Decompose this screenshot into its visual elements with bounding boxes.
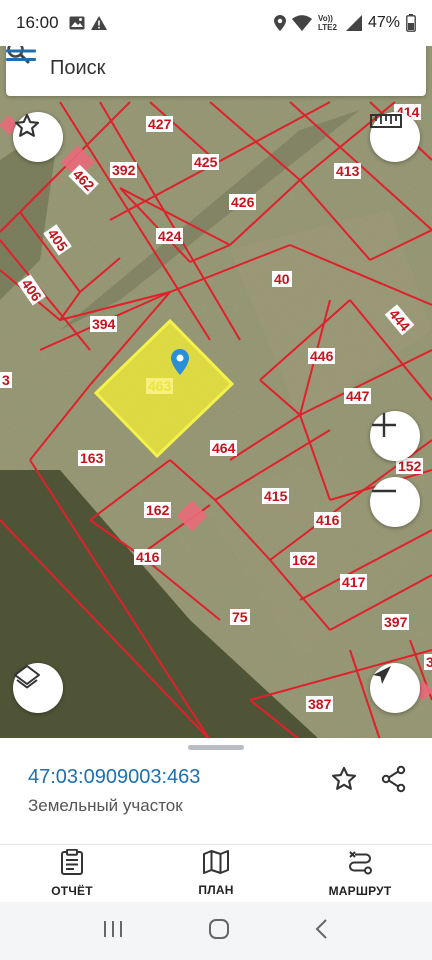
star-outline-icon: [330, 765, 358, 798]
nav-route-label: МАРШРУТ: [328, 884, 392, 898]
share-icon: [380, 765, 408, 798]
parcel-type-label: Земельный участок: [28, 796, 183, 815]
nav-plan[interactable]: ПЛАН: [144, 845, 288, 902]
image-icon: [69, 16, 85, 30]
route-icon: [347, 849, 373, 880]
my-location-button[interactable]: [370, 663, 420, 713]
nav-route[interactable]: МАРШРУТ: [288, 845, 432, 902]
zoom-out-button[interactable]: [370, 477, 420, 527]
parcel-label[interactable]: 462: [68, 164, 100, 196]
nav-report-label: ОТЧЁТ: [51, 884, 93, 898]
network-label: Vo)) LTE2: [317, 14, 337, 32]
favorites-button[interactable]: [13, 112, 63, 162]
parcel-label[interactable]: 425: [192, 154, 220, 170]
parcel-label[interactable]: 447: [344, 388, 372, 404]
parcel-label[interactable]: 416: [314, 512, 342, 528]
parcel-label[interactable]: 3: [424, 654, 432, 670]
system-navigation-bar: [0, 902, 432, 960]
bottom-navigation: ОТЧЁТ ПЛАН МАРШРУТ: [0, 844, 432, 902]
wifi-icon: [291, 15, 312, 31]
battery-percent: 47%: [367, 14, 400, 31]
app-screen: 16:00 Vo)) LTE2 47% 427 392 462 425 413 …: [0, 0, 432, 960]
battery-icon: [406, 14, 416, 32]
parcel-label[interactable]: 162: [144, 502, 172, 518]
parcel-label[interactable]: 427: [146, 116, 174, 132]
search-bar[interactable]: [6, 46, 426, 96]
parcel-label[interactable]: 426: [229, 194, 257, 210]
nav-plan-label: ПЛАН: [198, 883, 234, 897]
home-icon[interactable]: [208, 918, 230, 945]
layers-button[interactable]: [13, 663, 63, 713]
parcel-label[interactable]: 444: [384, 304, 415, 336]
signal-icon: [345, 15, 362, 31]
parcel-info-sheet[interactable]: [0, 738, 432, 844]
parcel-label[interactable]: 397: [382, 614, 410, 630]
zoom-in-button[interactable]: [370, 411, 420, 461]
map-view[interactable]: 427 392 462 425 413 414 405 424 426 406 …: [0, 46, 432, 740]
parcel-label[interactable]: 446: [308, 348, 336, 364]
parcel-label[interactable]: 416: [134, 549, 162, 565]
parcel-label[interactable]: 75: [230, 609, 250, 625]
favorite-button[interactable]: [324, 761, 364, 801]
status-bar: 16:00 Vo)) LTE2 47%: [0, 0, 432, 46]
parcel-label[interactable]: 40: [272, 271, 292, 287]
clipboard-icon: [60, 848, 84, 880]
search-input[interactable]: [50, 56, 410, 80]
parcel-label[interactable]: 415: [262, 488, 290, 504]
share-button[interactable]: [374, 761, 414, 801]
parcel-label[interactable]: 464: [210, 440, 238, 456]
parcel-cadastral-number[interactable]: 47:03:0909003:463: [28, 766, 200, 789]
nav-report[interactable]: ОТЧЁТ: [0, 845, 144, 902]
sheet-drag-handle[interactable]: [188, 745, 244, 750]
parcel-label[interactable]: 3: [0, 372, 12, 388]
parcel-label[interactable]: 417: [340, 574, 368, 590]
parcel-label-layer: 427 392 462 425 413 414 405 424 426 406 …: [0, 46, 432, 740]
location-icon: [273, 15, 286, 31]
status-time: 16:00: [16, 13, 59, 32]
warning-icon: [90, 16, 107, 30]
recent-apps-icon[interactable]: [102, 919, 124, 944]
parcel-label-selected[interactable]: 463: [146, 378, 174, 394]
parcel-label[interactable]: 413: [334, 163, 362, 179]
back-icon[interactable]: [314, 918, 330, 945]
parcel-label[interactable]: 405: [43, 224, 73, 256]
measure-button[interactable]: [370, 112, 420, 162]
parcel-label[interactable]: 392: [110, 162, 138, 178]
parcel-label[interactable]: 394: [90, 316, 118, 332]
parcel-label[interactable]: 406: [17, 274, 47, 306]
map-icon: [203, 850, 229, 879]
parcel-label[interactable]: 387: [306, 696, 334, 712]
parcel-label[interactable]: 163: [78, 450, 106, 466]
parcel-label[interactable]: 162: [290, 552, 318, 568]
parcel-label[interactable]: 424: [156, 228, 184, 244]
